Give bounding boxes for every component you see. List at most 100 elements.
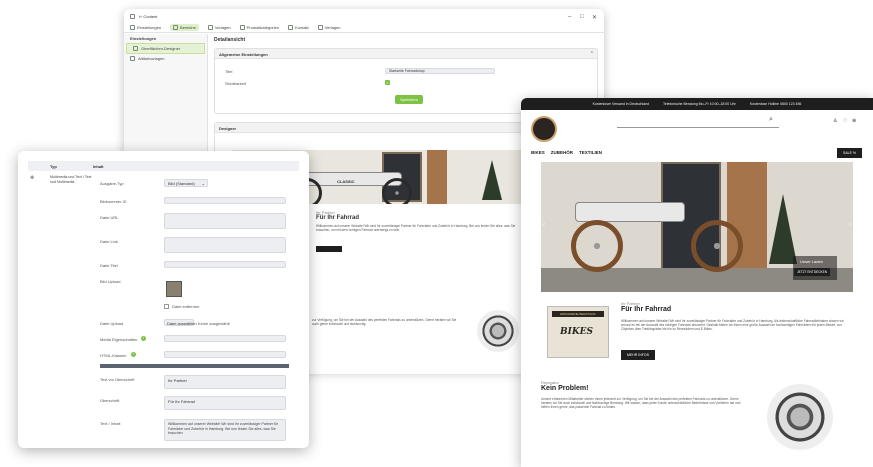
partner-body: Willkommen auf unserer Website! Wir sind… xyxy=(621,319,845,331)
html-klassen-label: HTML-Klassen xyxy=(100,353,127,358)
bildnummer-input[interactable] xyxy=(164,197,286,204)
datei-link-input[interactable] xyxy=(164,237,286,253)
sidebar-item-artikelvorlagen[interactable]: Artikelvorlagen xyxy=(124,54,207,63)
visible-checkbox[interactable]: ✓ xyxy=(385,80,390,85)
template-icon xyxy=(207,25,213,30)
hero-image: Unser Laden JETZT ENTDECKEN ‹ › xyxy=(541,162,853,292)
main-nav: BIKES ZUBEHÖR TEXTILIEN xyxy=(531,150,602,155)
middle-body-2: zur Verfügung, um Sie bei der Auswahl de… xyxy=(312,318,457,326)
sidebar-title: Einstellungen xyxy=(130,36,157,41)
admin-titlebar: i+ Content xyxy=(124,9,604,23)
media-label: Media Eigenschaften xyxy=(100,337,138,342)
datei-titel-label: Datei Titel xyxy=(100,263,118,268)
toolbar-bereiche[interactable]: Bereiche xyxy=(170,24,199,31)
toolbar-verlagen[interactable]: Verlagen xyxy=(317,25,341,30)
save-button[interactable]: Speichern xyxy=(395,95,424,104)
datei-upload-label: Datei Upload xyxy=(100,321,124,326)
toolbar-label: Vorlagen xyxy=(214,25,231,30)
text-inhalt-value: Willkommen auf unserer Website! Wir sind… xyxy=(168,422,279,435)
text-inhalt-input[interactable]: Willkommen auf unserer Website! Wir sind… xyxy=(164,419,286,441)
layout-icon xyxy=(130,56,135,61)
row-type: Multimedia und Text / Text und Multimedi… xyxy=(50,175,92,184)
info-icon[interactable]: i xyxy=(141,336,146,341)
sidebar-item-label: Artikelvorlagen xyxy=(138,56,165,61)
nav-bikes[interactable]: BIKES xyxy=(531,150,545,155)
shop-logo[interactable] xyxy=(531,116,557,142)
cart-icon[interactable]: ⊕ xyxy=(852,118,856,124)
media-input[interactable] xyxy=(164,335,286,342)
titel-input[interactable]: Startseite Fahrradshop xyxy=(385,68,495,74)
col-content: Inhalt xyxy=(92,163,104,169)
toolbar-label: Kontakt xyxy=(295,25,309,30)
chevron-up-icon[interactable]: ⌃ xyxy=(590,51,594,57)
toolbar-vorlagen[interactable]: Vorlagen xyxy=(207,25,231,30)
user-icon[interactable]: ♙ xyxy=(833,118,837,124)
shop-sign-image: ERFAHRENE BERATUNG BIKES xyxy=(547,306,609,358)
titel-value: Startseite Fahrradshop xyxy=(389,69,425,73)
bike-label: CLASSIC xyxy=(337,179,355,184)
editor-window: Typ Inhalt ✥ Multimedia und Text / Text … xyxy=(18,151,309,448)
sign-top-text: ERFAHRENE BERATUNG xyxy=(552,311,604,317)
more-info-button[interactable]: MEHR INFOS xyxy=(621,350,655,360)
datei-link-label: Datei Link xyxy=(100,239,118,244)
toolbar-kontakt[interactable]: Kontakt xyxy=(288,25,309,30)
choose-file-label: Datei auswählen xyxy=(167,320,197,326)
repair-gears-image xyxy=(767,384,833,450)
topbar-hotline: Kostenlose Hotline 0800 123 456 xyxy=(749,102,802,106)
middle-more-button[interactable] xyxy=(316,246,342,252)
toolbar-label: Produktkategorien xyxy=(246,25,280,30)
datei-titel-input[interactable] xyxy=(164,261,286,268)
text-vor-value: Ihr Partner xyxy=(168,378,187,383)
choose-file-button[interactable]: Datei auswählen xyxy=(164,319,197,326)
image-thumbnail xyxy=(166,281,182,297)
sidebar-item-designer[interactable]: Oberflächen-Designer xyxy=(126,43,205,54)
repair-heading: Kein Problem! xyxy=(541,385,589,392)
sidebar-item-label: Oberflächen-Designer xyxy=(141,46,181,51)
titel-label: Titel xyxy=(225,69,233,74)
nav-textilien[interactable]: TEXTILIEN xyxy=(579,150,602,155)
folder-icon xyxy=(239,25,245,30)
sichtbar-label: Sichtbarkeit xyxy=(225,81,246,86)
slider-prev-icon[interactable]: ‹ xyxy=(543,222,545,228)
wishlist-icon[interactable]: ♡ xyxy=(843,118,847,124)
remove-file-checkbox[interactable] xyxy=(164,304,169,309)
text-vor-input[interactable]: Ihr Partner xyxy=(164,375,286,389)
shop-window: Kostenloser Versand in Deutschland Telef… xyxy=(521,98,873,467)
close-icon[interactable]: ✕ xyxy=(592,14,597,21)
move-icon[interactable]: ✥ xyxy=(30,175,34,181)
ueberschrift-value: Für Ihr Fahrrad xyxy=(168,399,195,404)
document-icon xyxy=(317,25,323,30)
text-vor-label: Text vor Überschrift xyxy=(100,377,135,382)
slider-next-icon[interactable]: › xyxy=(849,222,851,228)
nav-zubehoer[interactable]: ZUBEHÖR xyxy=(551,150,573,155)
search-input[interactable] xyxy=(617,122,779,128)
ueberschrift-input[interactable]: Für Ihr Fahrrad xyxy=(164,396,286,410)
sale-button[interactable]: SALE % xyxy=(837,148,863,158)
text-inhalt-label: Text / Inhalt xyxy=(100,421,121,426)
html-klassen-input[interactable] xyxy=(164,351,286,358)
ueberschrift-label: Überschrift xyxy=(100,398,120,403)
wrench-icon xyxy=(130,25,135,30)
repair-body: Unsere erfahrenen Mitarbeiter stehen Ihn… xyxy=(541,397,741,409)
toolbar-einstellungen[interactable]: Einstellungen xyxy=(130,25,161,30)
topbar-advice: Telefonische Beratung Mo–Fr 10:00–18:00 … xyxy=(663,102,736,106)
datei-url-input[interactable] xyxy=(164,213,286,229)
minimize-icon[interactable]: – xyxy=(568,14,571,20)
chevron-down-icon: ⌄ xyxy=(201,181,205,186)
topbar-shipping: Kostenloser Versand in Deutschland xyxy=(592,102,650,106)
ausgabe-typ-value: Bild (Standard) xyxy=(168,181,195,186)
hero-discover-button[interactable]: JETZT ENTDECKEN xyxy=(794,268,831,276)
toolbar-produktkategorien[interactable]: Produktkategorien xyxy=(239,25,280,30)
ausgabe-typ-select[interactable]: Bild (Standard) ⌄ xyxy=(164,179,208,187)
maximize-icon[interactable]: □ xyxy=(580,14,584,20)
main-title: Detailansicht xyxy=(214,37,246,43)
datei-url-label: Datei URL xyxy=(100,215,119,220)
toolbar-label: Verlagen xyxy=(324,25,341,30)
shop-topbar: Kostenloser Versand in Deutschland Telef… xyxy=(521,98,873,110)
bild-upload-label: Bild Upload xyxy=(100,279,121,284)
middle-heading: Für Ihr Fahrrad xyxy=(316,215,360,221)
ausgabe-typ-label: Ausgabe-Typ xyxy=(100,181,124,186)
remove-file-label: Datei entfernen xyxy=(172,304,200,309)
info-icon[interactable]: i xyxy=(131,352,136,357)
search-icon[interactable]: ⌕ xyxy=(769,116,773,124)
